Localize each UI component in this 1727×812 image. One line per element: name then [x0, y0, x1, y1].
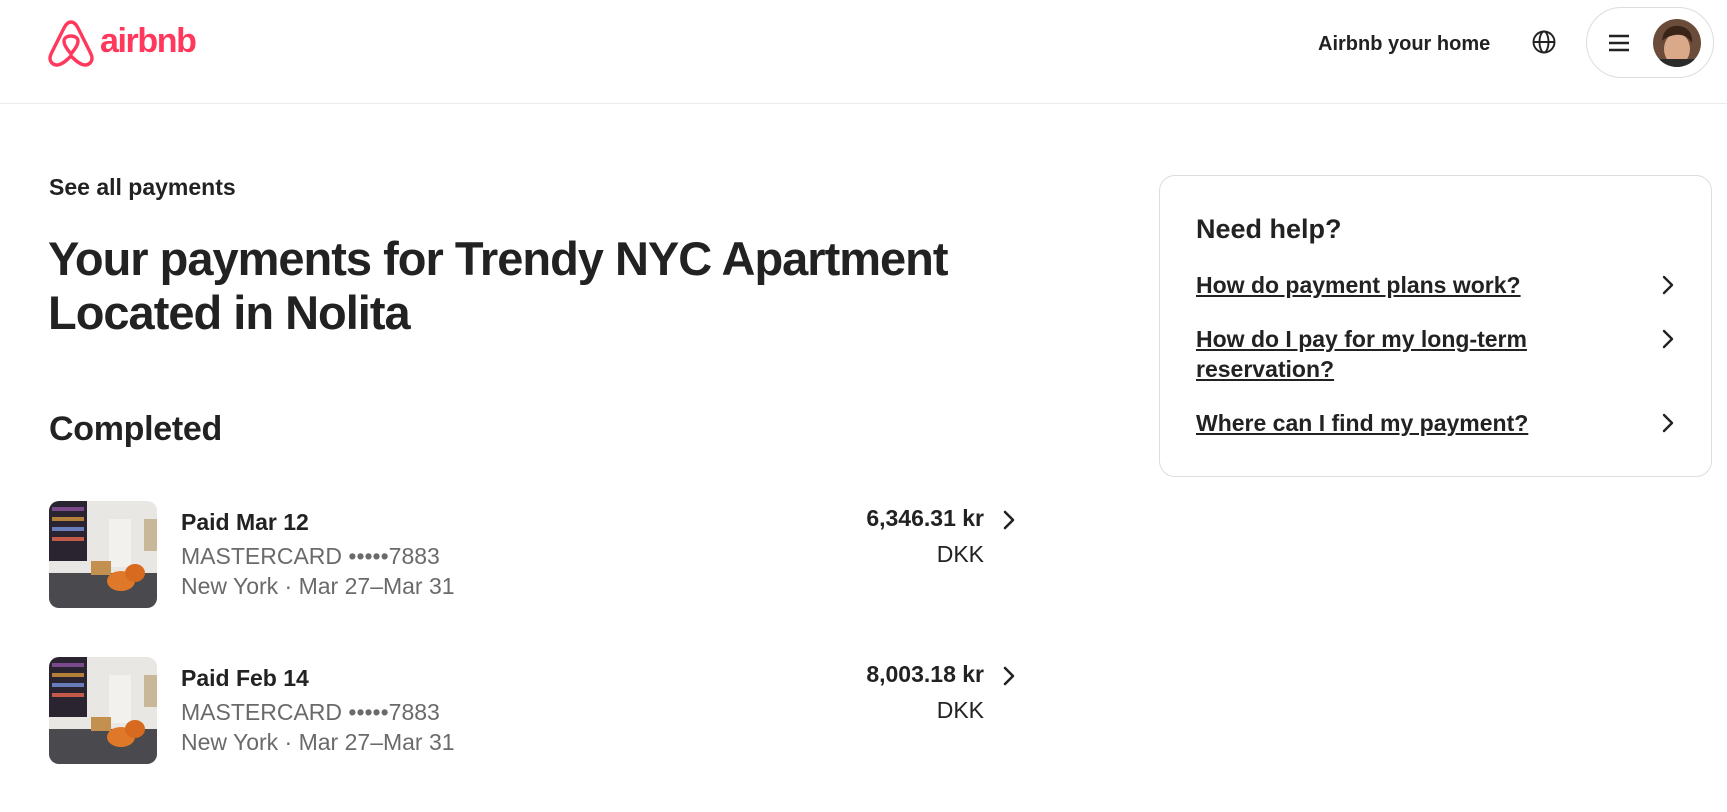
chevron-right-icon [1662, 413, 1674, 433]
help-card: Need help? How do payment plans work? Ho… [1159, 175, 1712, 477]
chevron-right-icon [1662, 329, 1674, 349]
logo-wordmark: airbnb [100, 21, 197, 60]
chevron-right-icon [1662, 275, 1674, 295]
user-menu-button[interactable] [1586, 7, 1714, 78]
chevron-right-icon [1003, 510, 1015, 530]
help-title: Need help? [1196, 214, 1342, 244]
payment-row[interactable]: Paid Feb 14 MASTERCARD •••••7883 New Yor… [49, 657, 1019, 767]
payment-card: MASTERCARD •••••7883 [181, 543, 440, 569]
listing-thumbnail [49, 657, 157, 764]
payment-amount: 6,346.31 kr [866, 505, 984, 531]
help-link-payment-plans[interactable]: How do payment plans work? [1196, 270, 1678, 300]
page-title: Your payments for Trendy NYC Apartment L… [48, 232, 949, 339]
see-all-payments-link[interactable]: See all payments [49, 174, 236, 201]
payment-currency: DKK [936, 541, 984, 567]
listing-thumbnail [49, 501, 157, 608]
airbnb-logo[interactable]: airbnb [48, 18, 197, 68]
avatar [1653, 19, 1701, 67]
help-link-label[interactable]: How do payment plans work? [1196, 270, 1576, 300]
airbnb-logo-icon [48, 20, 94, 67]
chevron-right-icon [1003, 666, 1015, 686]
globe-icon [1532, 30, 1556, 54]
language-button[interactable] [1528, 26, 1560, 58]
payment-amount: 8,003.18 kr [866, 661, 984, 687]
help-link-find-payment[interactable]: Where can I find my payment? [1196, 408, 1678, 438]
top-navigation-bar: airbnb Airbnb your home [0, 0, 1727, 104]
hamburger-menu-icon [1609, 34, 1629, 52]
payment-location: New York · Mar 27–Mar 31 [181, 729, 455, 755]
payment-location: New York · Mar 27–Mar 31 [181, 573, 455, 599]
completed-section-title: Completed [49, 410, 222, 448]
help-link-label[interactable]: How do I pay for my long-term reservatio… [1196, 324, 1576, 384]
help-link-label[interactable]: Where can I find my payment? [1196, 408, 1576, 438]
payment-currency: DKK [936, 697, 984, 723]
payment-row[interactable]: Paid Mar 12 MASTERCARD •••••7883 New Yor… [49, 501, 1019, 611]
payment-title: Paid Mar 12 [181, 509, 309, 535]
payment-card: MASTERCARD •••••7883 [181, 699, 440, 725]
payment-title: Paid Feb 14 [181, 665, 309, 691]
help-link-long-term-reservation[interactable]: How do I pay for my long-term reservatio… [1196, 324, 1678, 384]
airbnb-your-home-link[interactable]: Airbnb your home [1306, 28, 1502, 60]
